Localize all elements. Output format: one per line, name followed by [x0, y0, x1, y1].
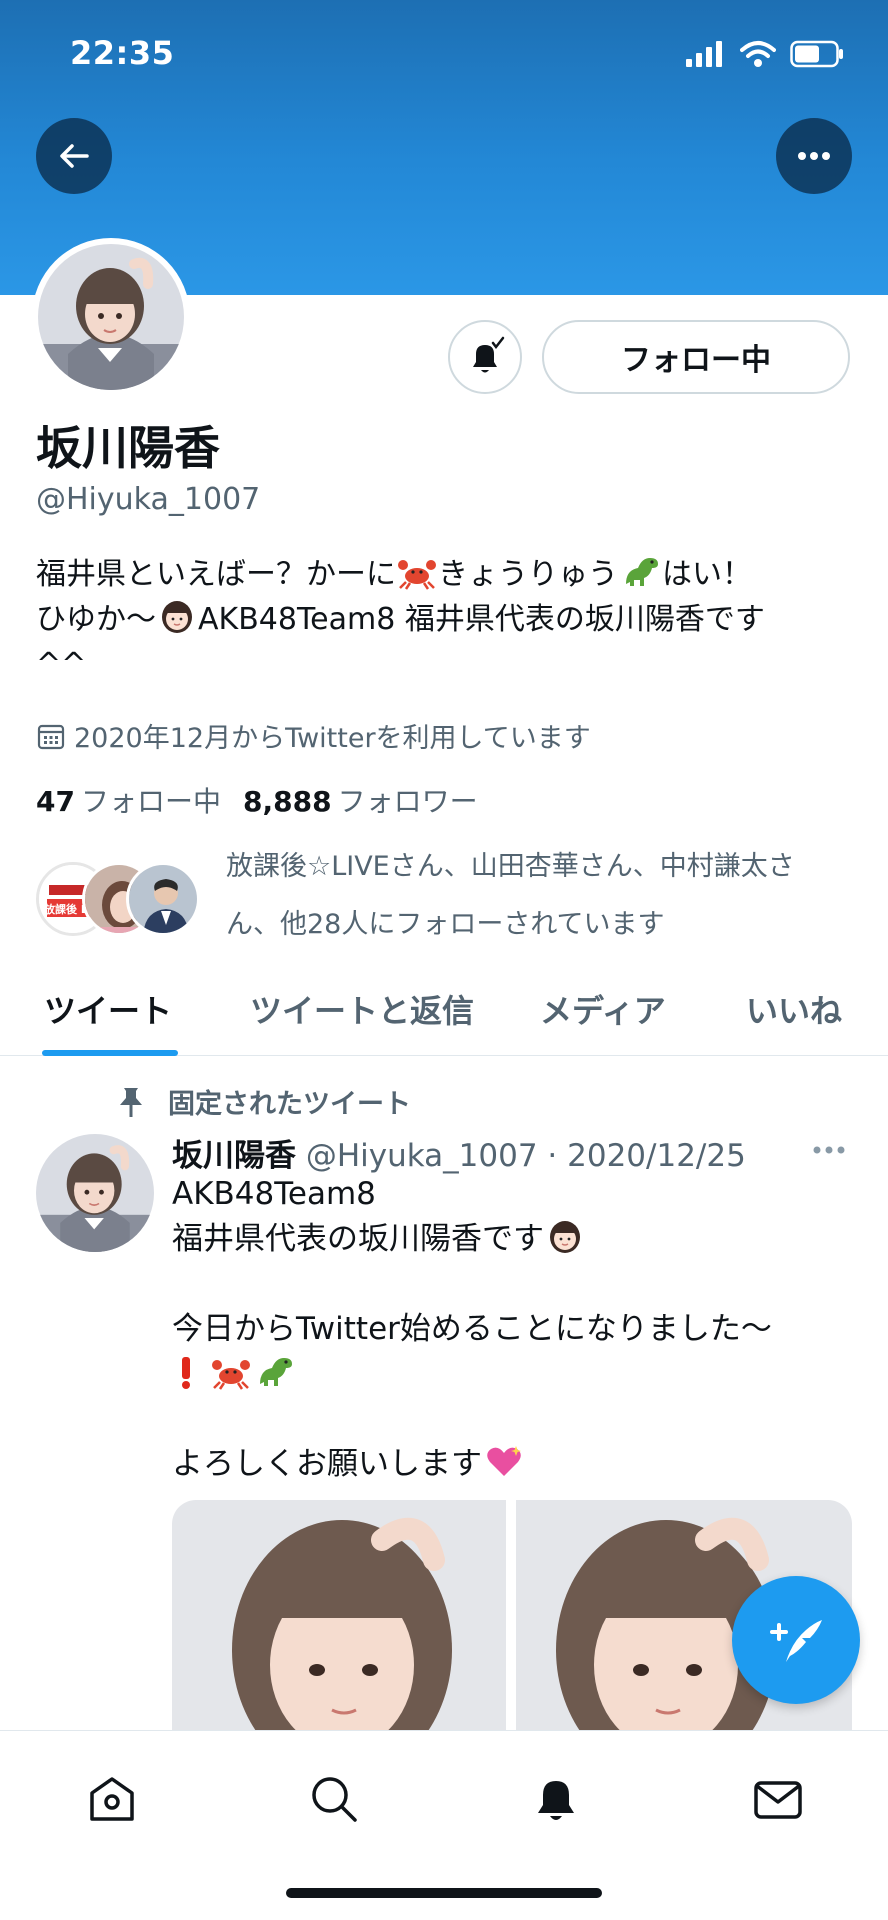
tab-tweets-and-replies[interactable]: ツイートと返信	[250, 986, 474, 1032]
tab-media[interactable]: メディア	[540, 986, 666, 1032]
crab-emoji-icon	[398, 560, 436, 590]
tweet-header: 坂川陽香 @Hiyuka_1007 · 2020/12/25	[172, 1130, 746, 1175]
tweet-author-name[interactable]: 坂川陽香	[172, 1138, 296, 1174]
profile-display-name: 坂川陽香	[36, 421, 220, 475]
arrow-left-icon	[60, 144, 89, 168]
followers-you-know-text: 放課後☆LIVEさん、山田杏華さん、中村謙太さ ん、他28人にフォローされていま…	[226, 851, 795, 940]
followers-link[interactable]: 8,888 フォロワー	[243, 785, 478, 818]
battery-icon	[790, 40, 843, 68]
notification-bell-button[interactable]	[448, 320, 522, 394]
compose-tweet-icon	[770, 1620, 822, 1662]
signal-icon	[686, 41, 722, 67]
following-link[interactable]: 47 フォロー中	[36, 785, 221, 818]
home-icon	[90, 1777, 134, 1821]
tweet-line: 福井県代表の坂川陽香です	[172, 1217, 842, 1262]
pinned-label: 固定されたツイート	[168, 1089, 411, 1120]
status-time: 22:35	[70, 34, 175, 72]
bio-text: はい！	[662, 557, 752, 592]
active-tab-indicator	[42, 1050, 178, 1056]
joined-date: 2020年12月からTwitterを利用しています	[36, 716, 591, 755]
bio-text: きょうりゅう	[438, 557, 618, 592]
following-count: 47	[36, 785, 75, 818]
more-button[interactable]	[776, 118, 852, 194]
girl-emoji-icon	[550, 1221, 580, 1253]
dinosaur-emoji-icon	[259, 1358, 292, 1386]
tweet-line: よろしくお願いします	[172, 1442, 842, 1487]
nav-messages[interactable]	[752, 1773, 804, 1829]
followers-count: 8,888	[242, 785, 332, 818]
nav-home[interactable]	[86, 1773, 138, 1829]
following-button[interactable]: フォロー中	[542, 320, 850, 394]
tweet-line	[172, 1262, 842, 1307]
profile-screen: 22:35 フォロー中 坂川陽香 @Hiyuka_1007 福井県といえばー？か…	[0, 0, 888, 1920]
bio-text: 福井県といえばー？かーに	[36, 557, 396, 592]
tweet-line: AKB48Team8	[172, 1176, 376, 1212]
tweet-line: 今日からTwitter始めることになりました〜	[172, 1311, 772, 1347]
dinosaur-emoji-icon	[626, 558, 658, 586]
girl-emoji-icon	[162, 601, 192, 633]
follow-counts: 47 フォロー中 8,888 フォロワー	[36, 780, 478, 820]
crab-emoji-icon	[211, 1360, 250, 1390]
profile-avatar[interactable]	[32, 238, 190, 396]
tweet-line	[172, 1352, 842, 1397]
avatar-image	[38, 244, 184, 390]
tweet-author-meta: @Hiyuka_1007 · 2020/12/25	[305, 1138, 746, 1174]
following-label: フォロー中	[80, 785, 221, 818]
bio-text: ^^	[36, 647, 87, 682]
followers-label: フォロワー	[337, 785, 478, 818]
profile-bio: 福井県といえばー？かーに きょうりゅう はい！ ひゆか〜 AKB48Team8 福井県…	[36, 552, 856, 687]
tweet-text: AKB48Team8 福井県代表の坂川陽香です 今日からTwitter始めること…	[172, 1172, 842, 1487]
wifi-icon	[740, 41, 776, 67]
pinned-indicator: 固定されたツイート	[116, 1082, 411, 1121]
profile-handle: @Hiyuka_1007	[36, 482, 261, 517]
followers-you-know[interactable]: 放課後 LIVE 放課後☆LIVEさん、山田杏華さん、中村謙太さ ん、他28人に…	[36, 838, 856, 948]
tweet-author-avatar[interactable]	[36, 1134, 154, 1252]
joined-text: 2020年12月からTwitterを利用しています	[74, 723, 591, 754]
status-icons	[686, 40, 844, 68]
mini-avatar	[126, 862, 200, 936]
home-indicator[interactable]	[286, 1888, 602, 1898]
tweet-photo[interactable]	[172, 1500, 506, 1730]
more-horizontal-icon	[798, 152, 830, 160]
more-horizontal-icon	[813, 1146, 845, 1154]
mail-icon	[754, 1781, 802, 1819]
pin-icon	[120, 1087, 142, 1117]
tweet-more-button[interactable]	[812, 1140, 846, 1159]
bio-text: ひゆか〜	[36, 602, 156, 637]
bio-text: AKB48Team8 福井県代表の坂川陽香です	[198, 602, 765, 637]
calendar-icon	[37, 724, 65, 749]
tab-likes[interactable]: いいね	[746, 986, 842, 1032]
tab-tweets[interactable]: ツイート	[44, 986, 172, 1032]
profile-tabs: ツイート ツイートと返信 メディア いいね	[0, 970, 888, 1056]
sparkling-heart-emoji-icon	[487, 1446, 521, 1476]
nav-search[interactable]	[308, 1773, 360, 1829]
tweet-line	[172, 1397, 842, 1442]
nav-notifications[interactable]	[530, 1773, 582, 1829]
search-icon	[312, 1777, 357, 1822]
bell-check-icon	[473, 336, 505, 373]
back-button[interactable]	[36, 118, 112, 194]
exclamation-emoji-icon	[182, 1357, 190, 1389]
bell-icon	[538, 1781, 574, 1820]
compose-tweet-button[interactable]	[732, 1576, 860, 1704]
